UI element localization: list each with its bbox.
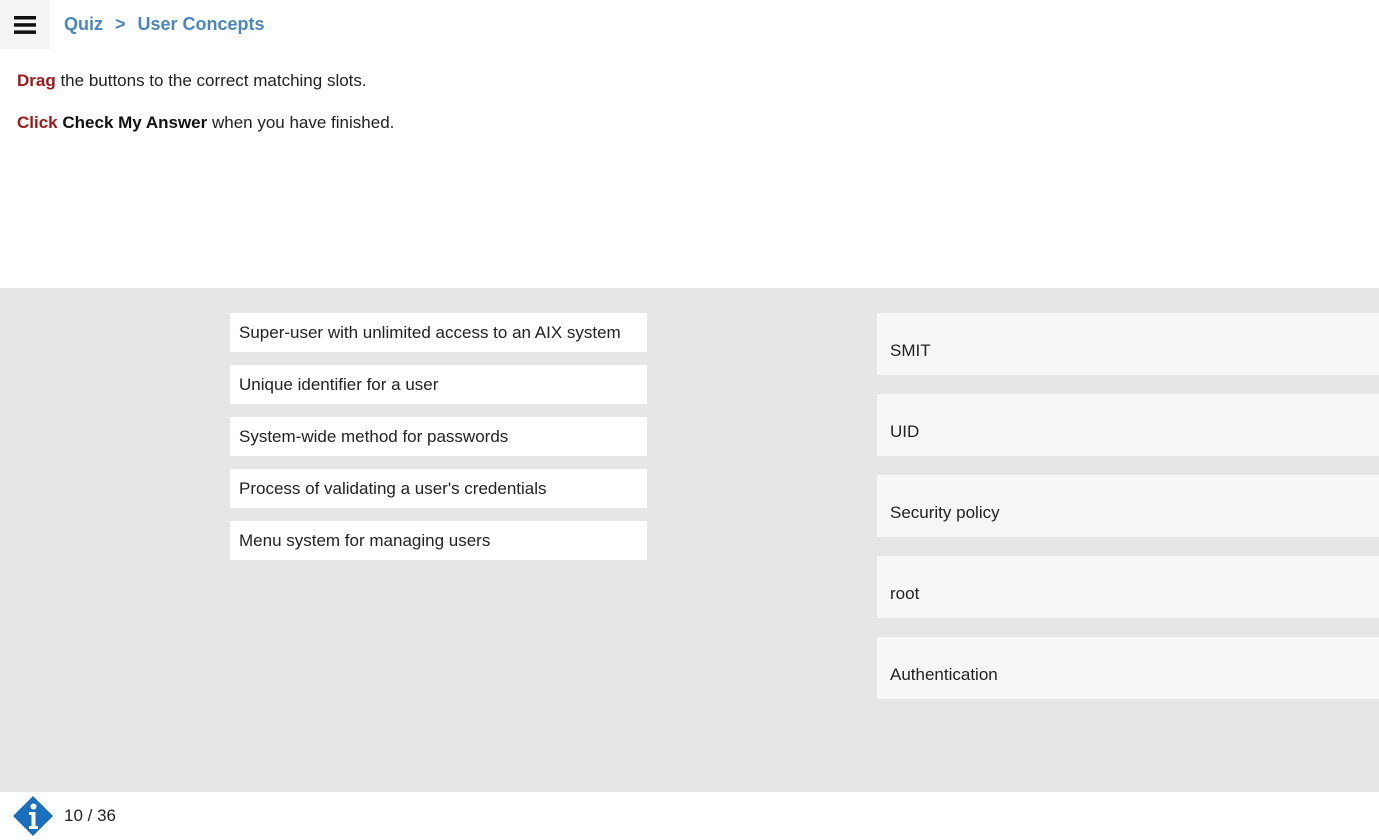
drop-slot[interactable]: SMIT xyxy=(877,313,1379,375)
click-instruction-text: when you have finished. xyxy=(207,113,395,132)
slot-label: root xyxy=(890,584,920,603)
instructions: Drag the buttons to the correct matching… xyxy=(17,70,394,134)
breadcrumb-separator: > xyxy=(115,14,126,34)
draggable-item[interactable]: Super-user with unlimited access to an A… xyxy=(230,313,647,352)
breadcrumb: Quiz > User Concepts xyxy=(64,14,265,35)
header: Quiz > User Concepts xyxy=(0,0,1379,49)
draggable-item[interactable]: Menu system for managing users xyxy=(230,521,647,560)
instruction-click: Click Check My Answer when you have fini… xyxy=(17,112,394,134)
slot-label: Authentication xyxy=(890,665,998,684)
check-my-answer-text: Check My Answer xyxy=(62,113,208,132)
page-counter: 10 / 36 xyxy=(64,806,116,825)
breadcrumb-quiz[interactable]: Quiz xyxy=(64,14,103,35)
instruction-drag: Drag the buttons to the correct matching… xyxy=(17,70,394,92)
info-icon[interactable] xyxy=(12,795,54,837)
drop-slot[interactable]: UID xyxy=(877,394,1379,456)
draggable-list: Super-user with unlimited access to an A… xyxy=(230,313,647,573)
slot-label: UID xyxy=(890,422,920,441)
breadcrumb-user-concepts: User Concepts xyxy=(137,14,265,34)
click-keyword: Click xyxy=(17,113,58,132)
draggable-item[interactable]: Process of validating a user's credentia… xyxy=(230,469,647,508)
drag-keyword: Drag xyxy=(17,71,56,90)
drag-instruction-text: the buttons to the correct matching slot… xyxy=(55,71,367,90)
draggable-item[interactable]: System-wide method for passwords xyxy=(230,417,647,456)
matching-area: Super-user with unlimited access to an A… xyxy=(0,288,1379,792)
menu-button[interactable] xyxy=(0,0,50,49)
slot-label: Security policy xyxy=(890,503,1000,522)
hamburger-menu-icon xyxy=(14,15,36,34)
slot-label: SMIT xyxy=(890,341,931,360)
footer: 10 / 36 xyxy=(0,792,1379,840)
drop-slot[interactable]: Security policy xyxy=(877,475,1379,537)
draggable-item[interactable]: Unique identifier for a user xyxy=(230,365,647,404)
drop-slot[interactable]: root xyxy=(877,556,1379,618)
drop-slot-list: SMIT UID Security policy root Authentica… xyxy=(877,313,1379,718)
drop-slot[interactable]: Authentication xyxy=(877,637,1379,699)
